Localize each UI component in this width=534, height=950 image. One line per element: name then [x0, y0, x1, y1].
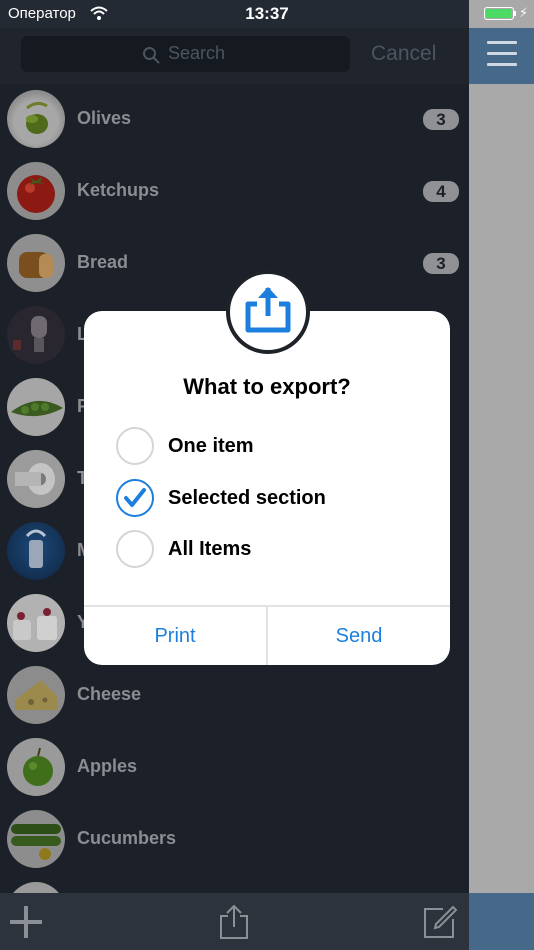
option-label: Selected section — [168, 487, 326, 509]
dialog-title: What to export? — [183, 374, 351, 399]
clock: 13:37 — [245, 4, 289, 23]
option-all-items[interactable]: All Items — [116, 530, 436, 570]
list-item-cucumbers[interactable]: Cucumbers — [0, 804, 469, 876]
count-badge: 3 — [423, 109, 459, 130]
list-item-label: Olives — [77, 108, 132, 128]
app-screen: Search Cancel Olives 3 Ketchups 4 Bread … — [0, 0, 534, 950]
cheese-thumbnail — [7, 666, 65, 724]
battery-nub — [514, 11, 516, 16]
send-button[interactable]: Send — [268, 607, 450, 665]
olive-thumbnail — [7, 90, 65, 148]
side-panel-footer — [469, 893, 534, 950]
radio-button-checked[interactable] — [116, 479, 154, 517]
bread-thumbnail — [7, 234, 65, 292]
option-label: One item — [168, 435, 254, 457]
list-item-label: Ketchups — [77, 180, 160, 200]
charging-bolt-icon: ⚡ — [519, 5, 529, 20]
compose-icon[interactable] — [423, 905, 457, 939]
list-item-label: Bread — [77, 252, 129, 272]
yogurt-thumbnail — [7, 594, 65, 652]
battery-icon — [484, 7, 514, 20]
list-item-label: Cucumbers — [77, 828, 177, 848]
checkmark-icon — [124, 488, 146, 507]
list-item-label: Cheese — [77, 684, 142, 704]
list-item-ketchups[interactable]: Ketchups 4 — [0, 156, 469, 228]
milk-thumbnail — [7, 522, 65, 580]
share-icon — [245, 287, 291, 333]
option-one-item[interactable]: One item — [116, 427, 436, 467]
lightbulb-thumbnail — [7, 306, 65, 364]
add-icon[interactable] — [9, 905, 43, 939]
tomato-thumbnail — [7, 162, 65, 220]
item-thumbnail — [7, 882, 65, 893]
side-panel — [469, 0, 534, 950]
cucumber-thumbnail — [7, 810, 65, 868]
status-bar: Оператор 13:37 ⚡ — [0, 0, 534, 28]
search-icon — [143, 47, 160, 64]
menu-icon[interactable] — [487, 41, 517, 67]
toilet-paper-thumbnail — [7, 450, 65, 508]
radio-button[interactable] — [116, 427, 154, 465]
count-badge: 4 — [423, 181, 459, 202]
export-icon-badge — [226, 270, 310, 354]
cancel-button[interactable]: Cancel — [371, 42, 436, 66]
peas-thumbnail — [7, 378, 65, 436]
list-item-apples[interactable]: Apples — [0, 732, 469, 804]
option-label: All Items — [168, 538, 252, 560]
list-item-label: Apples — [77, 756, 138, 776]
print-button[interactable]: Print — [84, 607, 266, 665]
search-placeholder: Search — [168, 43, 226, 63]
share-icon[interactable] — [217, 904, 251, 940]
list-item-olives[interactable]: Olives 3 — [0, 84, 469, 156]
apple-thumbnail — [7, 738, 65, 796]
count-badge: 3 — [423, 253, 459, 274]
list-item[interactable] — [0, 876, 469, 893]
list-item-cheese[interactable]: Cheese — [0, 660, 469, 732]
option-selected-section[interactable]: Selected section — [116, 479, 436, 519]
radio-button[interactable] — [116, 530, 154, 568]
